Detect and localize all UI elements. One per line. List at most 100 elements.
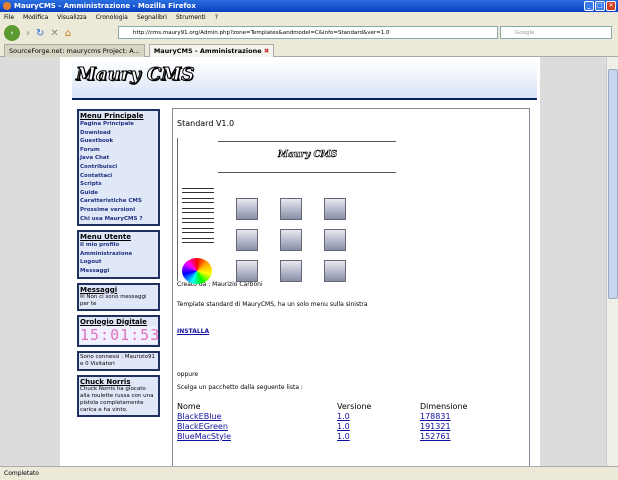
package-size[interactable]: 152761 xyxy=(420,432,451,441)
menu-strumenti[interactable]: Strumenti xyxy=(176,14,206,21)
vertical-scrollbar[interactable] xyxy=(606,57,618,466)
preview-header: Maury CMS xyxy=(218,141,396,173)
chuck-text: Chuck Norris ha giocato alla roulette ru… xyxy=(80,385,154,413)
template-preview: Maury CMS xyxy=(177,138,397,284)
site-logo[interactable]: Maury CMS xyxy=(75,64,194,86)
menu-file[interactable]: File xyxy=(4,14,14,21)
package-size[interactable]: 191321 xyxy=(420,422,451,431)
close-button[interactable]: ✕ xyxy=(606,1,616,11)
home-button[interactable]: ⌂ xyxy=(65,28,71,39)
col-versione: Versione xyxy=(337,402,372,411)
package-size[interactable]: 178831 xyxy=(420,412,451,421)
link-prossime-versioni[interactable]: Prossime versioni xyxy=(80,206,157,215)
menu-modifica[interactable]: Modifica xyxy=(23,14,48,21)
link-java-chat[interactable]: Java Chat xyxy=(80,154,157,163)
menu-help[interactable]: ? xyxy=(215,14,218,21)
link-guestbook[interactable]: Guestbook xyxy=(80,137,157,146)
main-menu-title: Menu Principale xyxy=(80,112,144,120)
preview-icons xyxy=(236,198,346,282)
preview-logo: Maury CMS xyxy=(278,150,338,161)
col-dimensione: Dimensione xyxy=(420,402,468,411)
install-link[interactable]: INSTALLA xyxy=(177,328,209,335)
package-version[interactable]: 1.0 xyxy=(337,432,350,441)
page: Maury CMS Menu Principale Pagina Princip… xyxy=(60,57,540,466)
status-text: Completato xyxy=(4,470,39,477)
user-icon xyxy=(236,260,258,282)
col-nome: Nome xyxy=(177,402,201,411)
package-name[interactable]: BlackEGreen xyxy=(177,422,228,431)
link-chi-usa[interactable]: Chi usa MauryCMS ? xyxy=(80,215,157,224)
clock-title: Orologio Digitale xyxy=(80,317,147,326)
scrollbar-thumb[interactable] xyxy=(608,69,618,299)
maximize-button[interactable]: □ xyxy=(595,1,605,11)
envelope-icon: ✉ xyxy=(80,293,85,300)
page-viewport: Maury CMS Menu Principale Pagina Princip… xyxy=(0,57,606,466)
folder-icon xyxy=(324,260,346,282)
template-title: Standard V1.0 xyxy=(177,119,235,128)
rss-icon xyxy=(280,260,302,282)
link-pagina-principale[interactable]: Pagina Principale xyxy=(80,120,157,129)
messages-box: Messaggi ✉ Non ci sono messaggi per te xyxy=(77,282,160,311)
package-version[interactable]: 1.0 xyxy=(337,422,350,431)
back-button[interactable]: ‹ xyxy=(4,25,20,41)
link-amministrazione[interactable]: Amministrazione xyxy=(80,250,157,259)
online-box: Sono connessi : Maurizio91 e 0 Visitator… xyxy=(77,350,160,371)
tab-sourceforge[interactable]: SourceForge.net: maurycms Project: A... xyxy=(4,44,145,57)
search-input[interactable]: Google xyxy=(500,26,612,39)
preview-sidebar xyxy=(182,188,214,248)
package-table: Nome Versione Dimensione BlackEBlue 1.0 1788… xyxy=(177,402,467,442)
user-group-icon xyxy=(236,229,258,251)
or-text: oppure xyxy=(177,371,199,378)
status-bar: Completato xyxy=(0,466,618,480)
user-menu-box: Menu Utente Il mio profilo Amministrazio… xyxy=(77,230,160,279)
package-version[interactable]: 1.0 xyxy=(337,412,350,421)
link-messaggi[interactable]: Messaggi xyxy=(80,267,157,276)
link-logout[interactable]: Logout xyxy=(80,258,157,267)
link-contribuisci[interactable]: Contribuisci xyxy=(80,163,157,172)
window-title: MauryCMS - Amministrazione - Mozilla Fir… xyxy=(14,2,196,10)
rainbow-image xyxy=(182,258,212,284)
tab-maurycms[interactable]: MauryCMS - Amministrazione ✖ xyxy=(148,44,275,57)
reload-button[interactable]: ↻ xyxy=(36,28,44,39)
upload-icon xyxy=(280,198,302,220)
menu-visualizza[interactable]: Visualizza xyxy=(57,14,87,21)
template-icon xyxy=(324,229,346,251)
clock-box: Orologio Digitale 15:01:53 xyxy=(77,314,161,347)
main-content: Standard V1.0 Maury CMS Creato da : Maur… xyxy=(172,108,530,466)
link-profilo[interactable]: Il mio profilo xyxy=(80,241,157,250)
stop-button[interactable]: ✕ xyxy=(50,28,58,39)
sidebar: Menu Principale Pagina Principale Downlo… xyxy=(77,109,160,421)
table-row: BlackEBlue 1.0 178831 xyxy=(177,412,467,422)
package-name[interactable]: BlackEBlue xyxy=(177,412,221,421)
tab-label: MauryCMS - Amministrazione xyxy=(153,47,262,55)
url-bar[interactable]: http://cms.maury91.org/Admin.php?zone=Te… xyxy=(118,26,498,39)
menu-segnalibri[interactable]: Segnalibri xyxy=(137,14,167,21)
forward-button[interactable]: › xyxy=(26,28,30,39)
close-tab-icon[interactable]: ✖ xyxy=(264,47,269,55)
url-text: http://cms.maury91.org/Admin.php?zone=Te… xyxy=(133,30,390,36)
link-download[interactable]: Download xyxy=(80,129,157,138)
messages-title: Messaggi xyxy=(80,285,118,294)
link-scripts[interactable]: Scripts xyxy=(80,180,157,189)
navigation-toolbar: ‹ › ↻ ✕ ⌂ http://cms.maury91.org/Admin.p… xyxy=(0,23,618,43)
user-menu-title: Menu Utente xyxy=(80,233,131,242)
link-guide[interactable]: Guide xyxy=(80,189,157,198)
hammer-icon xyxy=(236,198,258,220)
package-name[interactable]: BlueMacStyle xyxy=(177,432,231,441)
link-forum[interactable]: Forum xyxy=(80,146,157,155)
table-row: BlackEGreen 1.0 191321 xyxy=(177,422,467,432)
menu-bar: File Modifica Visualizza Cronologia Segnalib… xyxy=(0,12,618,23)
minimize-button[interactable]: _ xyxy=(584,1,594,11)
link-contattaci[interactable]: Contattaci xyxy=(80,172,157,181)
menu-cronologia[interactable]: Cronologia xyxy=(96,14,128,21)
online-text: Sono connessi : Maurizio91 e 0 Visitator… xyxy=(80,353,155,367)
link-caratteristiche[interactable]: Caratteristiche CMS xyxy=(80,197,157,206)
search-placeholder: Google xyxy=(515,30,535,36)
document-icon xyxy=(324,198,346,220)
digital-clock: 15:01:53 xyxy=(80,325,161,344)
author-text: Creato da : Maurizio Carboni xyxy=(177,281,263,288)
firefox-icon xyxy=(3,2,11,10)
tab-bar: SourceForge.net: maurycms Project: A... … xyxy=(0,43,618,57)
e-icon xyxy=(280,229,302,251)
table-row: BlueMacStyle 1.0 152761 xyxy=(177,432,467,442)
